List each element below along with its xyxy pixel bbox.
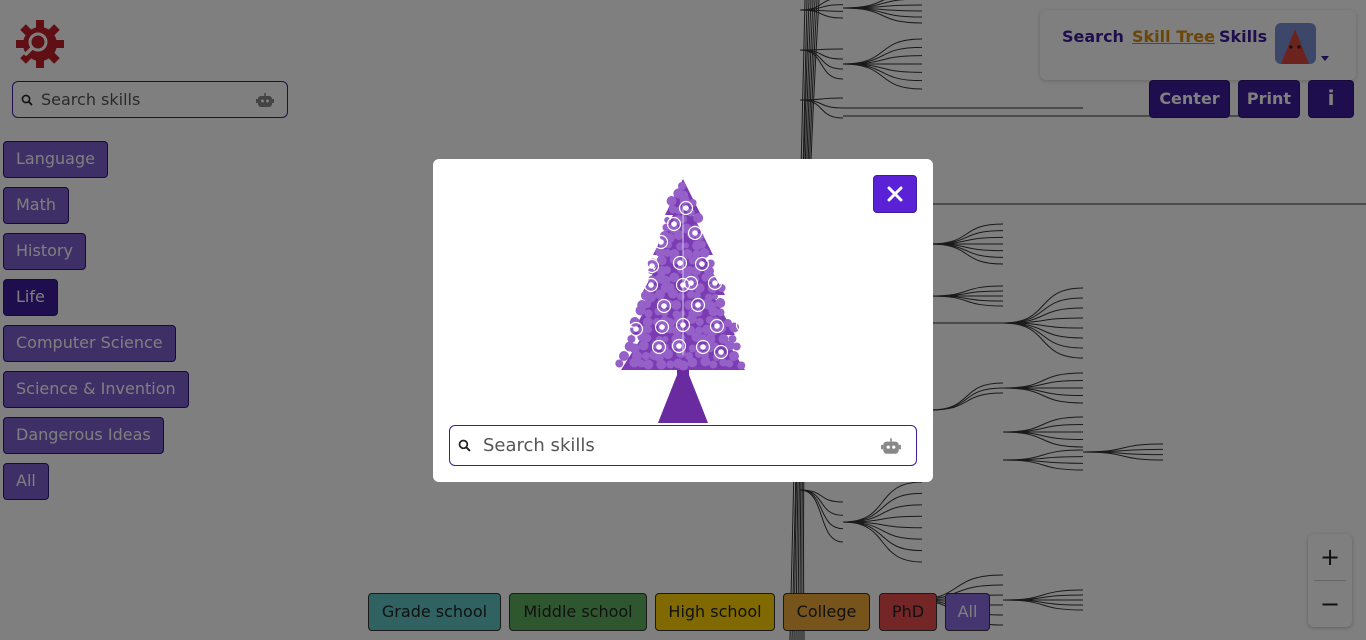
modal-search-input[interactable]: Search skills <box>483 435 880 456</box>
search-icon <box>458 439 471 452</box>
robot-icon[interactable] <box>880 437 902 455</box>
search-modal: Search skills <box>433 159 933 482</box>
close-icon <box>887 186 903 202</box>
modal-search-field[interactable]: Search skills <box>449 425 917 466</box>
skill-tree-illustration <box>615 179 751 423</box>
close-button[interactable] <box>873 175 917 213</box>
